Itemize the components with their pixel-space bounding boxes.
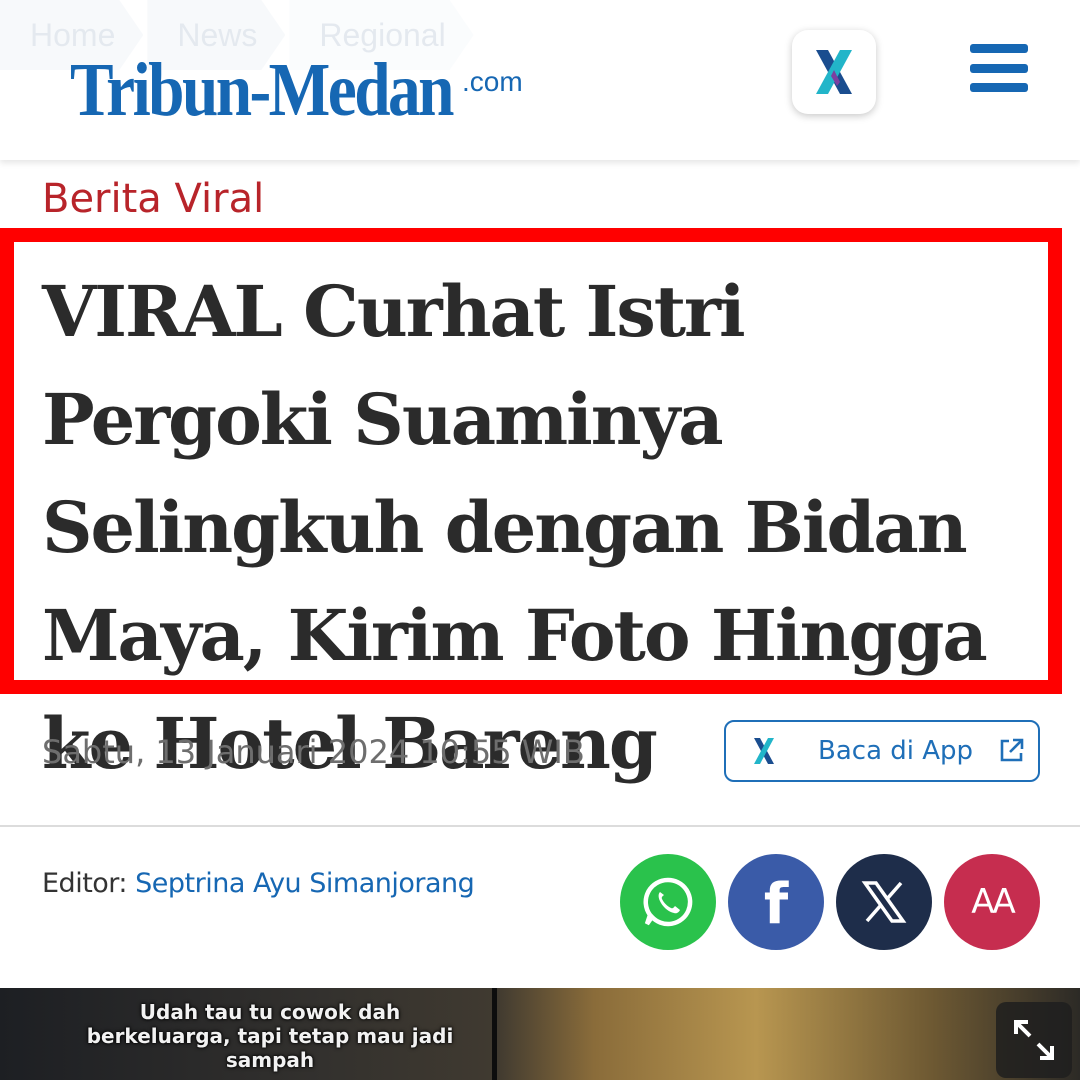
menu-bar: [970, 44, 1028, 53]
title-highlight-box: VIRAL Curhat Istri Pergoki Suaminya Seli…: [0, 228, 1062, 785]
expand-icon: [1014, 1020, 1054, 1060]
x-icon: [861, 881, 907, 923]
image-caption: Udah tau tu cowok dah berkeluarga, tapi …: [86, 1000, 454, 1072]
site-logo[interactable]: Tribun-Medan .com: [70, 18, 523, 128]
editor-credit: Editor: Septrina Ayu Simanjorang: [42, 868, 475, 899]
hamburger-menu-icon[interactable]: [970, 44, 1028, 92]
whatsapp-icon: [643, 877, 693, 927]
external-link-icon: [1000, 738, 1024, 762]
x-app-icon[interactable]: [792, 30, 876, 114]
menu-bar: [970, 83, 1028, 92]
expand-image-button[interactable]: [996, 1002, 1072, 1078]
editor-label: Editor:: [42, 868, 128, 899]
read-in-app-button[interactable]: Baca di App: [724, 720, 1040, 782]
read-in-app-label: Baca di App: [818, 736, 974, 766]
x-app-icon: [748, 735, 780, 767]
image-separator: [492, 988, 497, 1080]
site-header: Home News Regional Tribun-Medan .com: [0, 0, 1080, 160]
font-size-label: AA: [971, 882, 1016, 922]
font-size-button[interactable]: AA: [944, 854, 1040, 950]
whatsapp-share-button[interactable]: [620, 854, 716, 950]
x-app-logo-icon: [816, 50, 852, 94]
facebook-share-button[interactable]: f: [728, 854, 824, 950]
article-date: Sabtu, 13 Januari 2024 10:55 WIB: [42, 733, 585, 771]
logo-suffix: .com: [462, 66, 523, 97]
article-category[interactable]: Berita Viral: [42, 176, 264, 222]
logo-text: Tribun-Medan: [70, 48, 454, 132]
x-share-button[interactable]: [836, 854, 932, 950]
article-image[interactable]: Udah tau tu cowok dah berkeluarga, tapi …: [0, 988, 1080, 1080]
facebook-icon: f: [763, 872, 789, 937]
article-title: VIRAL Curhat Istri Pergoki Suaminya Seli…: [42, 270, 988, 785]
editor-name[interactable]: Septrina Ayu Simanjorang: [135, 868, 475, 899]
menu-bar: [970, 63, 1028, 73]
divider: [0, 825, 1080, 827]
font-size-icon: AA: [971, 882, 1016, 922]
